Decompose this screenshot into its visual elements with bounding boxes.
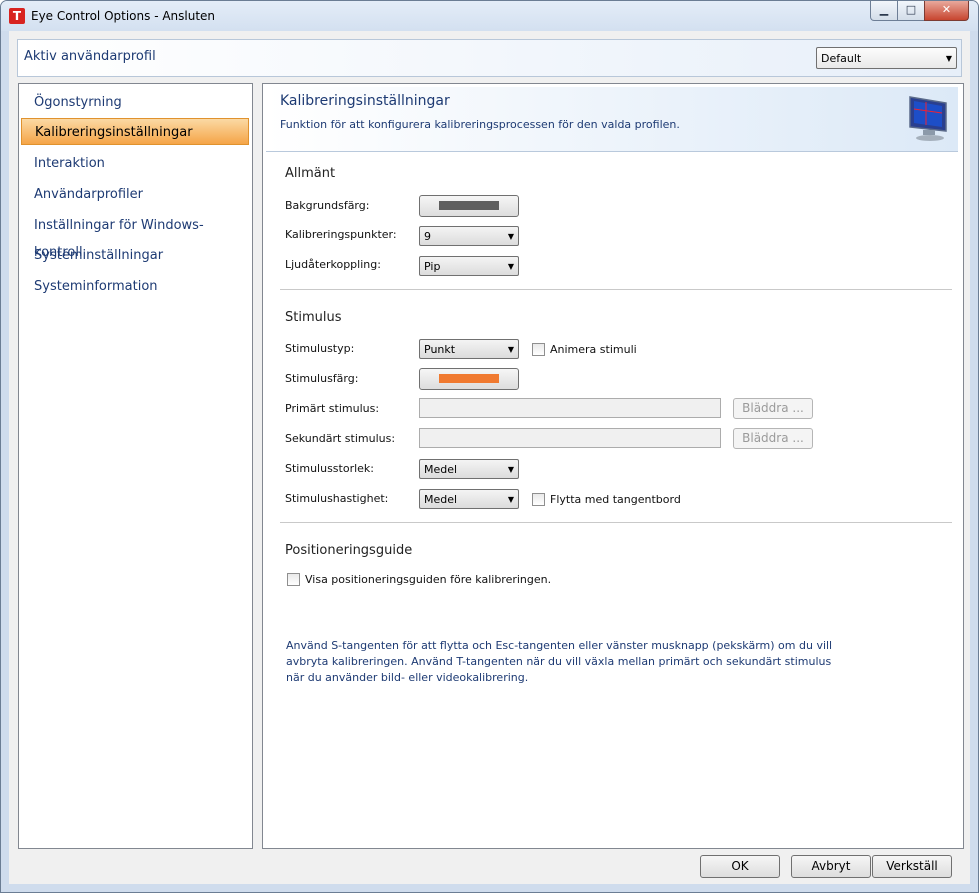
stimulus-section-title: Stimulus [285,310,342,325]
sidebar: Ögonstyrning Kalibreringsinställningar I… [18,83,253,849]
divider [280,522,952,523]
secondary-browse-button[interactable]: Bläddra ... [733,428,813,449]
sidebar-item-eye-control[interactable]: Ögonstyrning [21,89,249,116]
close-icon: ✕ [941,3,952,16]
cancel-button[interactable]: Avbryt [791,855,871,878]
content-panel: Kalibreringsinställningar Funktion för a… [262,83,964,849]
stimulus-color-swatch [439,374,499,383]
primary-browse-button[interactable]: Bläddra ... [733,398,813,419]
stimulus-color-button[interactable] [419,368,519,390]
stimulus-type-select[interactable]: Punkt ▼ [419,339,519,359]
app-logo-icon: T [9,8,25,24]
apply-button[interactable]: Verkställ [872,855,952,878]
positioning-info-text: Använd S-tangenten för att flytta och Es… [286,639,833,684]
divider [280,289,952,290]
dropdown-arrow-icon: ▼ [507,262,514,271]
sidebar-item-calibration-settings[interactable]: Kalibreringsinställningar [21,118,249,145]
background-color-label: Bakgrundsfärg: [285,199,370,212]
primary-stimulus-field[interactable] [419,398,721,418]
sidebar-item-windows-control-settings[interactable]: Inställningar för Windows-kontroll [21,212,249,260]
show-positioning-guide-label: Visa positioneringsguiden före kalibreri… [305,573,552,586]
stimulus-speed-label: Stimulushastighet: [285,492,389,505]
dropdown-arrow-icon: ▼ [507,495,514,504]
profile-select-value: Default [821,52,862,65]
dropdown-arrow-icon: ▼ [945,54,952,63]
animate-stimuli-label: Animera stimuli [550,343,637,356]
calibration-points-value: 9 [424,230,431,243]
audio-feedback-label: Ljudåterkoppling: [285,258,381,271]
show-positioning-guide-checkbox[interactable] [287,573,300,586]
maximize-icon: □ [905,3,917,16]
stimulus-type-label: Stimulustyp: [285,342,355,355]
close-button[interactable]: ✕ [924,1,969,21]
calibration-points-label: Kalibreringspunkter: [285,228,397,241]
stimulus-color-label: Stimulusfärg: [285,372,359,385]
client-area: Aktiv användarprofil Default ▼ Ögonstyrn… [9,31,970,884]
keyboard-move-label: Flytta med tangentbord [550,493,681,506]
app-window: T Eye Control Options - Ansluten ▁ □ ✕ A… [0,0,979,893]
dropdown-arrow-icon: ▼ [507,232,514,241]
monitor-icon [909,96,947,141]
positioning-section-title: Positioneringsguide [285,543,413,558]
stimulus-size-label: Stimulusstorlek: [285,462,374,475]
keyboard-move-checkbox[interactable] [532,493,545,506]
active-profile-label: Aktiv användarprofil [24,49,156,64]
audio-feedback-select[interactable]: Pip ▼ [419,256,519,276]
primary-stimulus-label: Primärt stimulus: [285,402,380,415]
sidebar-item-interaction[interactable]: Interaktion [21,150,249,177]
page-description: Funktion för att konfigurera kalibrering… [280,118,680,131]
minimize-button[interactable]: ▁ [870,1,898,21]
dropdown-arrow-icon: ▼ [507,345,514,354]
active-profile-bar: Aktiv användarprofil Default ▼ [17,39,962,77]
sidebar-item-user-profiles[interactable]: Användarprofiler [21,181,249,208]
content-header: Kalibreringsinställningar Funktion för a… [266,87,958,152]
title-bar[interactable]: T Eye Control Options - Ansluten ▁ □ ✕ [1,1,978,31]
minimize-icon: ▁ [879,3,889,16]
general-section-title: Allmänt [285,166,336,181]
calibration-points-select[interactable]: 9 ▼ [419,226,519,246]
stimulus-size-select[interactable]: Medel ▼ [419,459,519,479]
secondary-stimulus-field[interactable] [419,428,721,448]
sidebar-item-system-information[interactable]: Systeminformation [21,273,249,300]
stimulus-size-value: Medel [424,463,458,476]
profile-select[interactable]: Default ▼ [816,47,957,69]
dropdown-arrow-icon: ▼ [507,465,514,474]
maximize-button[interactable]: □ [897,1,925,21]
window-title: Eye Control Options - Ansluten [31,9,216,23]
page-title: Kalibreringsinställningar [280,93,450,109]
background-color-swatch [439,201,499,210]
secondary-stimulus-label: Sekundärt stimulus: [285,432,396,445]
background-color-button[interactable] [419,195,519,217]
audio-feedback-value: Pip [424,260,441,273]
sidebar-item-system-settings[interactable]: Systeminställningar [21,242,249,269]
stimulus-type-value: Punkt [424,343,456,356]
stimulus-speed-value: Medel [424,493,458,506]
stimulus-speed-select[interactable]: Medel ▼ [419,489,519,509]
ok-button[interactable]: OK [700,855,780,878]
animate-stimuli-checkbox[interactable] [532,343,545,356]
